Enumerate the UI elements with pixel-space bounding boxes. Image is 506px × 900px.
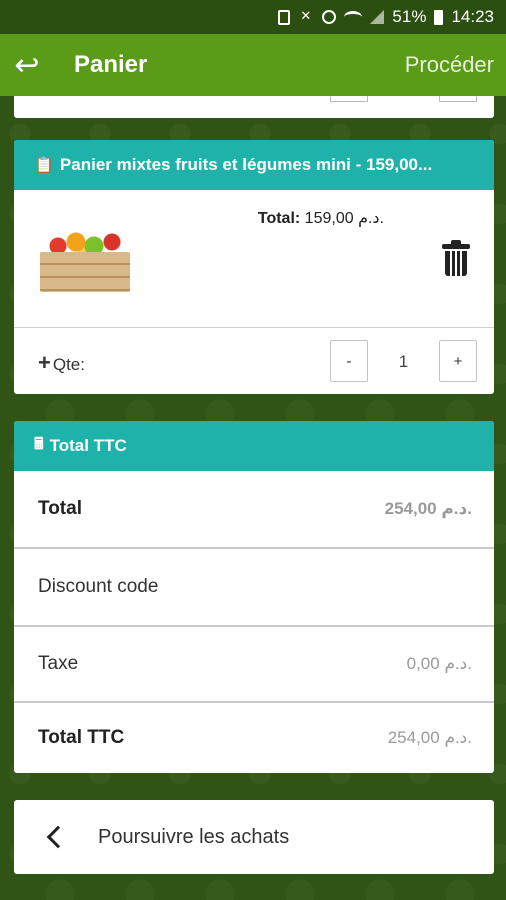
order-summary-header: 🖩 Total TTC bbox=[14, 421, 494, 471]
continue-shopping-label: Poursuivre les achats bbox=[98, 825, 290, 848]
summary-row-total-ttc: Total TTC 254,00 د.م. bbox=[14, 703, 494, 773]
wifi-icon bbox=[344, 11, 363, 23]
quantity-value: 1 bbox=[398, 352, 409, 371]
cart-item-total: Total: 159,00 د.م. bbox=[258, 208, 384, 228]
sim-icon bbox=[278, 9, 291, 25]
page-title: Panier bbox=[74, 51, 148, 78]
signal-icon bbox=[370, 10, 385, 24]
summary-row-value: 0,00 د.م. bbox=[406, 654, 472, 673]
battery-icon bbox=[434, 9, 444, 25]
alarm-icon bbox=[322, 10, 337, 24]
status-bar: 51% 14:23 bbox=[0, 0, 506, 34]
continue-shopping-button[interactable]: Poursuivre les achats bbox=[14, 800, 494, 874]
cart-item-total-label: Total: bbox=[257, 210, 301, 227]
summary-row-tax: Taxe 0,00 د.م. bbox=[14, 627, 494, 703]
discount-code-label: Discount code bbox=[38, 576, 159, 597]
previous-qty-minus-button[interactable] bbox=[330, 96, 368, 102]
summary-row-label: Taxe bbox=[38, 653, 79, 674]
clock: 14:23 bbox=[451, 7, 494, 26]
previous-cart-item-card bbox=[14, 96, 494, 118]
summary-row-total: Total 254,00 د.م. bbox=[14, 471, 494, 549]
summary-row-label: Total TTC bbox=[38, 727, 125, 748]
product-image bbox=[40, 232, 130, 296]
app-bar: ↩ Panier Procéder bbox=[0, 34, 506, 96]
back-button[interactable]: ↩ bbox=[2, 34, 52, 96]
mute-icon bbox=[298, 8, 314, 25]
summary-row-value: 254,00 د.م. bbox=[384, 499, 472, 518]
cart-item-body: Total: 159,00 د.م. bbox=[14, 190, 494, 328]
clipboard-icon: 📋 bbox=[34, 157, 54, 174]
quantity-decrease-button[interactable]: - bbox=[330, 340, 368, 382]
trash-icon[interactable] bbox=[442, 240, 470, 276]
previous-qty-plus-button[interactable] bbox=[439, 96, 477, 102]
cart-item-title: Panier mixtes fruits et légumes mini - 1… bbox=[59, 155, 433, 174]
order-summary-title: Total TTC bbox=[49, 436, 127, 455]
order-summary-card: 🖩 Total TTC Total 254,00 د.م. Discount c… bbox=[14, 421, 494, 773]
discount-code-row[interactable]: Discount code bbox=[14, 549, 494, 627]
quantity-label: + Qte: bbox=[38, 350, 85, 375]
summary-row-value: 254,00 د.م. bbox=[387, 728, 472, 747]
proceed-button[interactable]: Procéder bbox=[405, 52, 494, 78]
cart-item-card: 📋 Panier mixtes fruits et légumes mini -… bbox=[14, 140, 494, 394]
quantity-increase-button[interactable]: + bbox=[439, 340, 477, 382]
battery-percent: 51% bbox=[392, 7, 427, 26]
cart-item-total-value: 159,00 د.م. bbox=[304, 210, 384, 227]
plus-icon: + bbox=[38, 350, 51, 375]
reply-arrow-icon: ↩ bbox=[14, 48, 40, 82]
cart-item-header: 📋 Panier mixtes fruits et légumes mini -… bbox=[14, 140, 494, 190]
calculator-icon: 🖩 bbox=[34, 435, 44, 453]
chevron-left-icon bbox=[46, 825, 70, 849]
summary-row-label: Total bbox=[38, 498, 82, 519]
quantity-row: + Qte: - 1 + bbox=[14, 328, 494, 394]
